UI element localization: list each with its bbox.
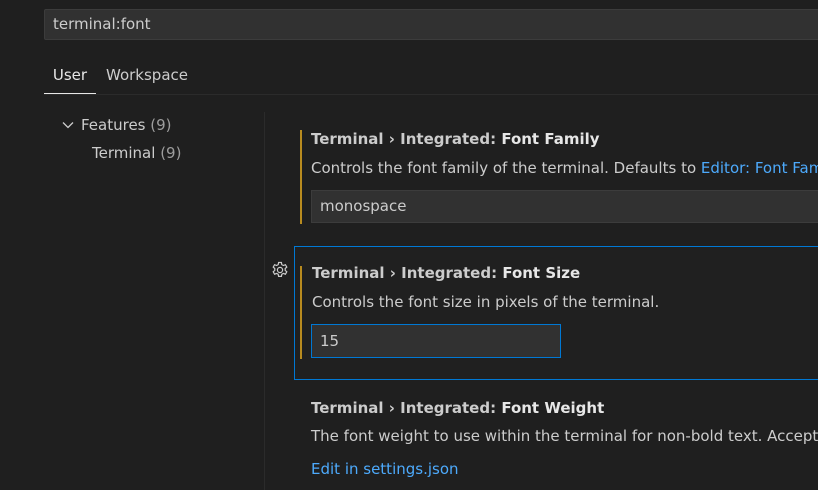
settings-editor: terminal:font User Workspace Features (9… bbox=[0, 0, 818, 490]
modified-indicator bbox=[300, 130, 302, 224]
setting-category: Terminal › Integrated: bbox=[311, 130, 502, 148]
tabs-divider bbox=[44, 94, 818, 95]
toc-item-label: Terminal bbox=[92, 144, 156, 162]
toc-divider bbox=[264, 112, 265, 490]
font-size-input[interactable]: 15 bbox=[311, 324, 561, 358]
setting-font-family: Terminal › Integrated: Font Family Contr… bbox=[296, 126, 818, 226]
modified-indicator bbox=[300, 266, 302, 359]
toc-item-label: Features bbox=[81, 116, 146, 134]
toc-item-features[interactable]: Features (9) bbox=[60, 112, 172, 138]
toc-item-count: (9) bbox=[150, 116, 172, 134]
setting-title: Terminal › Integrated: Font Size bbox=[312, 264, 580, 282]
chevron-down-icon bbox=[62, 122, 74, 129]
settings-search-input[interactable]: terminal:font bbox=[44, 9, 818, 40]
font-family-input[interactable]: monospace bbox=[311, 190, 818, 223]
setting-font-weight: Terminal › Integrated: Font Weight The f… bbox=[296, 396, 818, 490]
setting-description: The font weight to use within the termin… bbox=[311, 427, 818, 445]
setting-description: Controls the font size in pixels of the … bbox=[312, 293, 660, 311]
tab-workspace[interactable]: Workspace bbox=[106, 60, 188, 94]
tab-user[interactable]: User bbox=[44, 60, 96, 94]
setting-title: Terminal › Integrated: Font Family bbox=[311, 130, 600, 148]
edit-in-settings-json-link[interactable]: Edit in settings.json bbox=[311, 460, 459, 478]
setting-key: Font Size bbox=[502, 264, 581, 282]
setting-font-size: Terminal › Integrated: Font Size Control… bbox=[294, 246, 818, 380]
editor-font-family-link[interactable]: Editor: Font Family bbox=[701, 159, 818, 177]
gear-icon[interactable] bbox=[270, 260, 290, 280]
setting-description-text: Controls the font family of the terminal… bbox=[311, 159, 701, 177]
toc-item-count: (9) bbox=[160, 144, 182, 162]
setting-category: Terminal › Integrated: bbox=[311, 399, 502, 417]
setting-category: Terminal › Integrated: bbox=[312, 264, 503, 282]
setting-title: Terminal › Integrated: Font Weight bbox=[311, 399, 604, 417]
setting-key: Font Family bbox=[501, 130, 600, 148]
setting-key: Font Weight bbox=[501, 399, 605, 417]
toc-item-terminal[interactable]: Terminal (9) bbox=[92, 140, 181, 166]
setting-description: Controls the font family of the terminal… bbox=[311, 159, 818, 177]
